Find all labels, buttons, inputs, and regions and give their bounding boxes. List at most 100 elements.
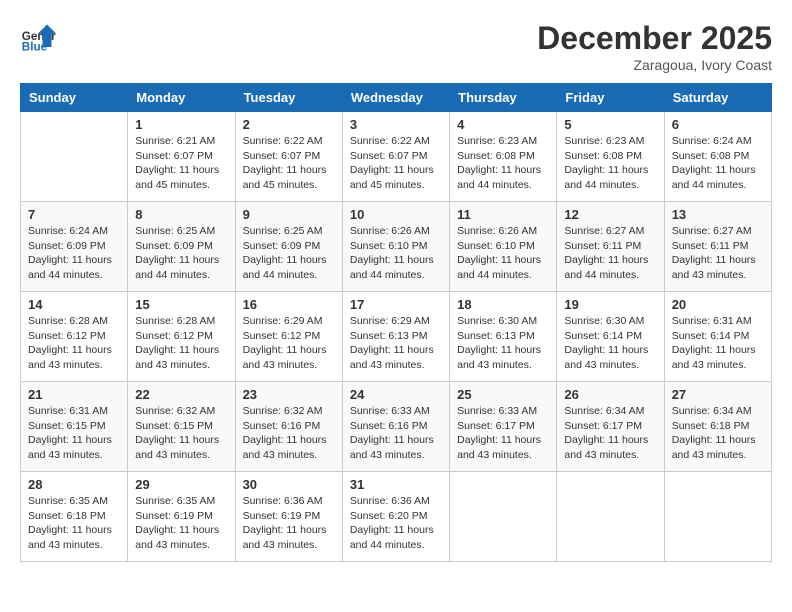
calendar-cell: 8 Sunrise: 6:25 AM Sunset: 6:09 PM Daylig… [128,202,235,292]
weekday-saturday: Saturday [664,84,771,112]
calendar-cell [664,472,771,562]
calendar-cell: 9 Sunrise: 6:25 AM Sunset: 6:09 PM Daylig… [235,202,342,292]
calendar-cell: 11Sunrise: 6:26 AM Sunset: 6:10 PM Dayli… [450,202,557,292]
calendar-cell: 13 Sunrise: 6:27 AM Sunset: 6:11 PM Dayli… [664,202,771,292]
calendar-table: SundayMondayTuesdayWednesdayThursdayFrid… [20,83,772,562]
title-block: December 2025 Zaragoua, Ivory Coast [537,20,772,73]
day-number: 11 [457,207,549,222]
day-info: Sunrise: 6:31 AM Sunset: 6:14 PM Dayligh… [672,314,764,373]
week-row-0: 1 Sunrise: 6:21 AM Sunset: 6:07 PM Daylig… [21,112,772,202]
calendar-cell: 23 Sunrise: 6:32 AM Sunset: 6:16 PM Dayli… [235,382,342,472]
calendar-cell: 1 Sunrise: 6:21 AM Sunset: 6:07 PM Daylig… [128,112,235,202]
calendar-cell: 4Sunrise: 6:23 AM Sunset: 6:08 PM Daylig… [450,112,557,202]
day-number: 8 [135,207,227,222]
day-number: 24 [350,387,442,402]
day-number: 30 [243,477,335,492]
day-number: 28 [28,477,120,492]
calendar-cell [557,472,664,562]
day-info: Sunrise: 6:36 AM Sunset: 6:19 PM Dayligh… [243,494,335,553]
calendar-cell: 15 Sunrise: 6:28 AM Sunset: 6:12 PM Dayli… [128,292,235,382]
calendar-cell: 5 Sunrise: 6:23 AM Sunset: 6:08 PM Daylig… [557,112,664,202]
day-info: Sunrise: 6:29 AM Sunset: 6:12 PM Dayligh… [243,314,335,373]
location: Zaragoua, Ivory Coast [537,57,772,73]
week-row-2: 14 Sunrise: 6:28 AM Sunset: 6:12 PM Dayli… [21,292,772,382]
calendar-cell: 14 Sunrise: 6:28 AM Sunset: 6:12 PM Dayli… [21,292,128,382]
day-number: 5 [564,117,656,132]
day-number: 14 [28,297,120,312]
day-info: Sunrise: 6:35 AM Sunset: 6:19 PM Dayligh… [135,494,227,553]
calendar-body: 1 Sunrise: 6:21 AM Sunset: 6:07 PM Daylig… [21,112,772,562]
day-info: Sunrise: 6:29 AM Sunset: 6:13 PM Dayligh… [350,314,442,373]
day-info: Sunrise: 6:24 AM Sunset: 6:08 PM Dayligh… [672,134,764,193]
day-number: 18 [457,297,549,312]
day-info: Sunrise: 6:25 AM Sunset: 6:09 PM Dayligh… [243,224,335,283]
calendar-cell: 7 Sunrise: 6:24 AM Sunset: 6:09 PM Daylig… [21,202,128,292]
day-info: Sunrise: 6:25 AM Sunset: 6:09 PM Dayligh… [135,224,227,283]
calendar-cell: 19Sunrise: 6:30 AM Sunset: 6:14 PM Dayli… [557,292,664,382]
calendar-cell: 30 Sunrise: 6:36 AM Sunset: 6:19 PM Dayli… [235,472,342,562]
day-info: Sunrise: 6:23 AM Sunset: 6:08 PM Dayligh… [564,134,656,193]
day-info: Sunrise: 6:27 AM Sunset: 6:11 PM Dayligh… [672,224,764,283]
day-number: 13 [672,207,764,222]
day-number: 7 [28,207,120,222]
month-title: December 2025 [537,20,772,57]
calendar-cell: 16 Sunrise: 6:29 AM Sunset: 6:12 PM Dayli… [235,292,342,382]
calendar-cell: 27 Sunrise: 6:34 AM Sunset: 6:18 PM Dayli… [664,382,771,472]
day-number: 21 [28,387,120,402]
weekday-friday: Friday [557,84,664,112]
day-info: Sunrise: 6:22 AM Sunset: 6:07 PM Dayligh… [350,134,442,193]
day-number: 3 [350,117,442,132]
day-number: 15 [135,297,227,312]
calendar-cell: 31 Sunrise: 6:36 AM Sunset: 6:20 PM Dayli… [342,472,449,562]
calendar-cell: 21 Sunrise: 6:31 AM Sunset: 6:15 PM Dayli… [21,382,128,472]
day-info: Sunrise: 6:33 AM Sunset: 6:16 PM Dayligh… [350,404,442,463]
day-number: 9 [243,207,335,222]
calendar-cell: 10Sunrise: 6:26 AM Sunset: 6:10 PM Dayli… [342,202,449,292]
day-number: 22 [135,387,227,402]
calendar-cell: 25 Sunrise: 6:33 AM Sunset: 6:17 PM Dayli… [450,382,557,472]
day-number: 23 [243,387,335,402]
day-number: 4 [457,117,549,132]
day-number: 27 [672,387,764,402]
day-info: Sunrise: 6:28 AM Sunset: 6:12 PM Dayligh… [28,314,120,373]
weekday-thursday: Thursday [450,84,557,112]
day-number: 31 [350,477,442,492]
week-row-3: 21 Sunrise: 6:31 AM Sunset: 6:15 PM Dayli… [21,382,772,472]
day-info: Sunrise: 6:28 AM Sunset: 6:12 PM Dayligh… [135,314,227,373]
day-info: Sunrise: 6:26 AM Sunset: 6:10 PM Dayligh… [350,224,442,283]
day-info: Sunrise: 6:21 AM Sunset: 6:07 PM Dayligh… [135,134,227,193]
day-info: Sunrise: 6:24 AM Sunset: 6:09 PM Dayligh… [28,224,120,283]
day-number: 17 [350,297,442,312]
calendar-cell: 3 Sunrise: 6:22 AM Sunset: 6:07 PM Daylig… [342,112,449,202]
day-number: 25 [457,387,549,402]
calendar-cell: 29 Sunrise: 6:35 AM Sunset: 6:19 PM Dayli… [128,472,235,562]
day-number: 1 [135,117,227,132]
day-info: Sunrise: 6:22 AM Sunset: 6:07 PM Dayligh… [243,134,335,193]
weekday-tuesday: Tuesday [235,84,342,112]
day-info: Sunrise: 6:34 AM Sunset: 6:18 PM Dayligh… [672,404,764,463]
calendar-cell: 22Sunrise: 6:32 AM Sunset: 6:15 PM Dayli… [128,382,235,472]
day-number: 16 [243,297,335,312]
calendar-cell: 24 Sunrise: 6:33 AM Sunset: 6:16 PM Dayli… [342,382,449,472]
logo: General Blue [20,20,60,56]
week-row-4: 28 Sunrise: 6:35 AM Sunset: 6:18 PM Dayli… [21,472,772,562]
calendar-cell: 18Sunrise: 6:30 AM Sunset: 6:13 PM Dayli… [450,292,557,382]
weekday-sunday: Sunday [21,84,128,112]
day-info: Sunrise: 6:27 AM Sunset: 6:11 PM Dayligh… [564,224,656,283]
day-number: 20 [672,297,764,312]
day-info: Sunrise: 6:30 AM Sunset: 6:14 PM Dayligh… [564,314,656,373]
day-number: 6 [672,117,764,132]
day-number: 29 [135,477,227,492]
day-number: 12 [564,207,656,222]
calendar-cell: 28 Sunrise: 6:35 AM Sunset: 6:18 PM Dayli… [21,472,128,562]
day-info: Sunrise: 6:31 AM Sunset: 6:15 PM Dayligh… [28,404,120,463]
day-info: Sunrise: 6:35 AM Sunset: 6:18 PM Dayligh… [28,494,120,553]
calendar-cell: 26 Sunrise: 6:34 AM Sunset: 6:17 PM Dayli… [557,382,664,472]
day-info: Sunrise: 6:36 AM Sunset: 6:20 PM Dayligh… [350,494,442,553]
day-info: Sunrise: 6:32 AM Sunset: 6:16 PM Dayligh… [243,404,335,463]
day-info: Sunrise: 6:33 AM Sunset: 6:17 PM Dayligh… [457,404,549,463]
day-info: Sunrise: 6:34 AM Sunset: 6:17 PM Dayligh… [564,404,656,463]
day-number: 26 [564,387,656,402]
calendar-cell: 12 Sunrise: 6:27 AM Sunset: 6:11 PM Dayli… [557,202,664,292]
calendar-cell [21,112,128,202]
